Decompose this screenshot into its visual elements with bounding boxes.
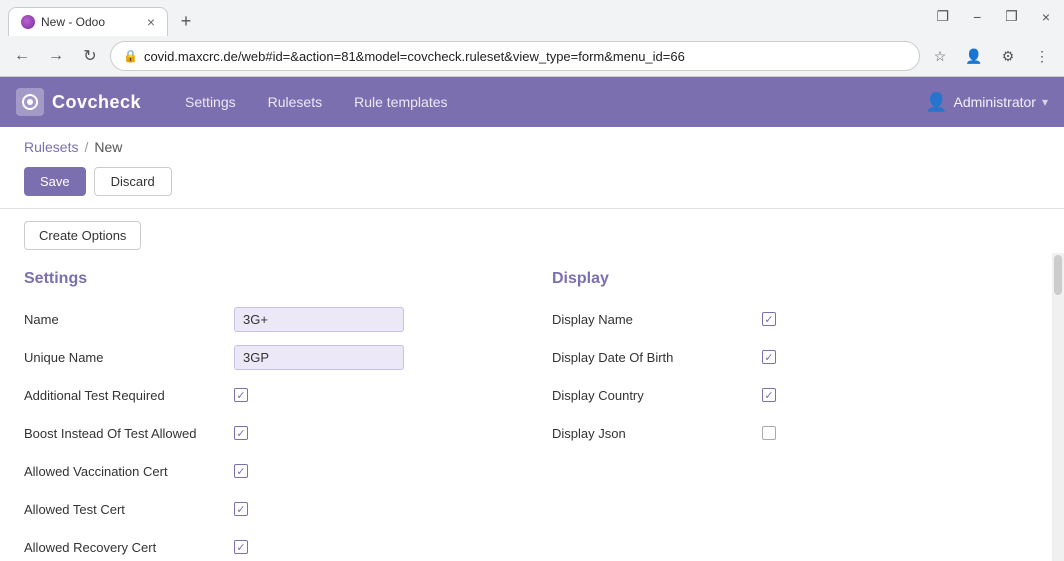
window-list-btn[interactable]: ❐ <box>931 6 956 27</box>
display-country-checkbox[interactable] <box>762 388 776 402</box>
field-display-country-label: Display Country <box>552 388 762 403</box>
address-text: covid.maxcrc.de/web#id=&action=81&model=… <box>144 49 907 64</box>
form-tabs: Create Options <box>0 209 1064 250</box>
breadcrumb: Rulesets / New <box>0 127 1064 163</box>
window-close-btn[interactable]: × <box>1036 7 1056 27</box>
field-display-name-label: Display Name <box>552 312 762 327</box>
field-additional-test-row: Additional Test Required <box>24 380 512 410</box>
app-logo[interactable]: Covcheck <box>16 88 141 116</box>
field-display-json-value <box>762 426 1040 440</box>
field-display-name-value <box>762 312 1040 326</box>
name-input[interactable] <box>234 307 404 332</box>
display-json-checkbox[interactable] <box>762 426 776 440</box>
content-area: Rulesets / New Save Discard Create Optio… <box>0 127 1064 561</box>
address-bar[interactable]: 🔒 covid.maxcrc.de/web#id=&action=81&mode… <box>110 41 920 71</box>
display-section: Display Display Name Display Date Of Bir… <box>552 270 1040 561</box>
field-name-label: Name <box>24 312 234 327</box>
window-minimize-btn[interactable]: − <box>967 7 987 27</box>
forward-button[interactable]: → <box>42 42 70 70</box>
form-body: Settings Name Unique Name Additional Tes… <box>0 250 1064 561</box>
field-vaccination-label: Allowed Vaccination Cert <box>24 464 234 479</box>
field-display-dob-label: Display Date Of Birth <box>552 350 762 365</box>
field-test-cert-value <box>234 502 512 516</box>
active-tab[interactable]: New - Odoo × <box>8 7 168 36</box>
field-recovery-value <box>234 540 512 554</box>
settings-section: Settings Name Unique Name Additional Tes… <box>24 270 512 561</box>
discard-button[interactable]: Discard <box>94 167 172 196</box>
app-logo-icon <box>16 88 44 116</box>
boost-checkbox[interactable] <box>234 426 248 440</box>
tab-favicon <box>21 15 35 29</box>
field-vaccination-row: Allowed Vaccination Cert <box>24 456 512 486</box>
window-maximize-btn[interactable]: ❐ <box>999 6 1024 27</box>
action-bar: Save Discard <box>0 163 1064 209</box>
nav-settings[interactable]: Settings <box>171 88 250 116</box>
nav-rule-templates[interactable]: Rule templates <box>340 88 461 116</box>
field-unique-name-value <box>234 345 512 370</box>
settings-section-title: Settings <box>24 270 512 288</box>
create-options-tab[interactable]: Create Options <box>24 221 141 250</box>
field-test-cert-label: Allowed Test Cert <box>24 502 234 517</box>
field-name-value <box>234 307 512 332</box>
app-nav: Settings Rulesets Rule templates <box>171 88 461 116</box>
more-button[interactable]: ⋮ <box>1028 42 1056 70</box>
app-header: Covcheck Settings Rulesets Rule template… <box>0 77 1064 127</box>
field-display-dob-row: Display Date Of Birth <box>552 342 1040 372</box>
additional-test-checkbox[interactable] <box>234 388 248 402</box>
user-dropdown-arrow: ▾ <box>1042 95 1048 109</box>
field-test-cert-row: Allowed Test Cert <box>24 494 512 524</box>
breadcrumb-parent[interactable]: Rulesets <box>24 139 78 155</box>
new-tab-button[interactable]: + <box>172 7 200 35</box>
field-additional-test-value <box>234 388 512 402</box>
display-dob-checkbox[interactable] <box>762 350 776 364</box>
scrollbar[interactable] <box>1052 253 1064 561</box>
user-name: Administrator <box>954 94 1036 110</box>
field-display-country-value <box>762 388 1040 402</box>
lock-icon: 🔒 <box>123 49 138 63</box>
save-button[interactable]: Save <box>24 167 86 196</box>
profile-button[interactable]: 👤 <box>960 42 988 70</box>
display-name-checkbox[interactable] <box>762 312 776 326</box>
bookmark-button[interactable]: ☆ <box>926 42 954 70</box>
field-display-json-row: Display Json <box>552 418 1040 448</box>
vaccination-checkbox[interactable] <box>234 464 248 478</box>
back-button[interactable]: ← <box>8 42 36 70</box>
user-area[interactable]: 👤 Administrator ▾ <box>925 92 1048 113</box>
field-unique-name-row: Unique Name <box>24 342 512 372</box>
breadcrumb-separator: / <box>84 139 88 155</box>
field-additional-test-label: Additional Test Required <box>24 388 234 403</box>
display-section-title: Display <box>552 270 1040 288</box>
field-display-dob-value <box>762 350 1040 364</box>
field-boost-label: Boost Instead Of Test Allowed <box>24 426 234 441</box>
user-icon: 👤 <box>925 92 947 113</box>
unique-name-input[interactable] <box>234 345 404 370</box>
scrollbar-thumb[interactable] <box>1054 255 1062 295</box>
field-vaccination-value <box>234 464 512 478</box>
recovery-checkbox[interactable] <box>234 540 248 554</box>
field-boost-row: Boost Instead Of Test Allowed <box>24 418 512 448</box>
breadcrumb-current: New <box>94 139 122 155</box>
field-display-country-row: Display Country <box>552 380 1040 410</box>
field-recovery-row: Allowed Recovery Cert <box>24 532 512 561</box>
extensions-button[interactable]: ⚙ <box>994 42 1022 70</box>
field-boost-value <box>234 426 512 440</box>
refresh-button[interactable]: ↻ <box>76 42 104 70</box>
test-cert-checkbox[interactable] <box>234 502 248 516</box>
field-display-name-row: Display Name <box>552 304 1040 334</box>
field-display-json-label: Display Json <box>552 426 762 441</box>
nav-rulesets[interactable]: Rulesets <box>254 88 336 116</box>
field-unique-name-label: Unique Name <box>24 350 234 365</box>
tab-title: New - Odoo <box>41 15 139 29</box>
browser-chrome: New - Odoo × + ❐ − ❐ × ← → ↻ 🔒 covid.max… <box>0 0 1064 77</box>
close-tab-button[interactable]: × <box>147 14 155 30</box>
field-recovery-label: Allowed Recovery Cert <box>24 540 234 555</box>
app-logo-name: Covcheck <box>52 92 141 113</box>
field-name-row: Name <box>24 304 512 334</box>
